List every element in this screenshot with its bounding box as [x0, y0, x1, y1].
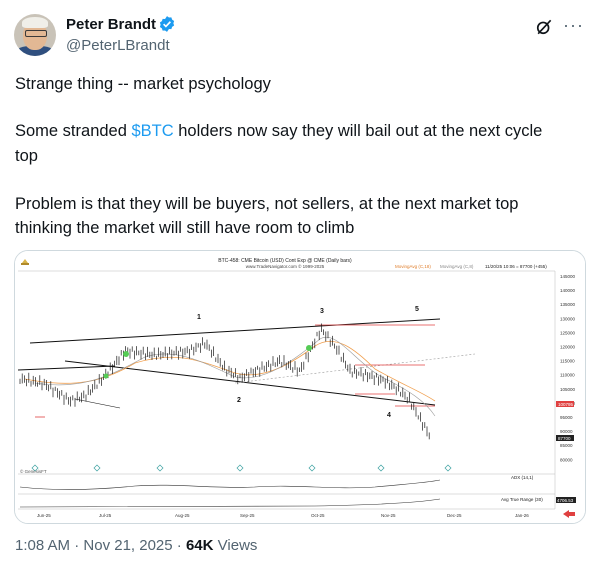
- atr-value: 4706.53: [557, 498, 574, 503]
- avatar[interactable]: [14, 14, 56, 56]
- y-tick-label: 90000: [560, 429, 573, 434]
- legend-ma2: MovingAvg (C,8): [440, 264, 474, 269]
- legend-ma1: MovingAvg (C,18): [395, 264, 431, 269]
- legend-quote: 11/20/25 10:06 = 87700 (+455): [485, 264, 547, 269]
- x-tick-label: Jul-25: [99, 513, 112, 518]
- y-tick-label: 125000: [560, 330, 576, 335]
- wave-label-1: 1: [197, 314, 201, 321]
- wave-label-4: 4: [387, 412, 391, 419]
- verified-badge-icon: [159, 16, 175, 32]
- chart-watermark: © GenesisFT: [20, 468, 47, 474]
- x-tick-label: Jun-25: [37, 513, 51, 518]
- tweet-line-3: top: [15, 147, 38, 165]
- x-tick-label: Oct-25: [311, 513, 325, 518]
- x-tick-label: Nov-25: [381, 513, 396, 518]
- tweet-line-5: thinking the market will still have room…: [15, 219, 355, 237]
- y-tick-label: 145000: [560, 274, 576, 279]
- y-tick-label: 80000: [560, 457, 573, 462]
- author-name[interactable]: Peter Brandt: [66, 16, 156, 33]
- cashtag-link[interactable]: $BTC: [131, 122, 173, 140]
- wave-label-3: 3: [320, 308, 324, 315]
- y-tick-label: 140000: [560, 288, 576, 293]
- price-flag-1: 100795: [558, 402, 574, 407]
- y-tick-label: 120000: [560, 345, 576, 350]
- chart-image[interactable]: BTC-458: CME Bitcoin (USD) Cont Exp @ CM…: [14, 250, 586, 524]
- y-tick-label: 130000: [560, 316, 576, 321]
- x-tick-label: Dec-25: [447, 513, 462, 518]
- x-tick-label: Sep-25: [240, 513, 255, 518]
- y-tick-label: 95000: [560, 415, 573, 420]
- x-tick-label: Jan-26: [515, 513, 529, 518]
- grok-icon[interactable]: [534, 17, 554, 37]
- price-flag-2: 87700: [558, 436, 571, 441]
- tweet-line-1: Strange thing -- market psychology: [15, 75, 271, 93]
- y-tick-label: 110000: [560, 373, 575, 378]
- y-tick-label: 135000: [560, 302, 576, 307]
- author-handle[interactable]: @PeterLBrandt: [66, 37, 170, 54]
- view-count: 64K: [185, 537, 214, 554]
- y-tick-label: 115000: [560, 359, 575, 364]
- wave-label-2: 2: [237, 397, 241, 404]
- adx-label: ADX (14,1): [511, 475, 534, 480]
- x-tick-label: Aug-25: [175, 513, 190, 518]
- chart-subtitle: www.TradeNavigator.com © 1999-2025: [246, 263, 325, 269]
- tweet-time[interactable]: 1:08 AM: [15, 537, 70, 554]
- y-tick-label: 85000: [560, 443, 573, 448]
- more-options-icon[interactable]: ···: [563, 16, 584, 34]
- tweet-meta: 1:08 AM · Nov 21, 2025 · 64K Views: [15, 537, 258, 554]
- tweet-date[interactable]: Nov 21, 2025: [83, 537, 172, 554]
- tweet-card: Peter Brandt @PeterLBrandt ··· Strange t…: [0, 0, 597, 575]
- wave-label-5: 5: [415, 306, 419, 313]
- tweet-line-4: Problem is that they will be buyers, not…: [15, 195, 519, 213]
- y-tick-label: 105000: [560, 387, 576, 392]
- atr-label: Avg True Range (30): [501, 497, 543, 502]
- tweet-line-2: Some stranded $BTC holders now say they …: [15, 122, 543, 140]
